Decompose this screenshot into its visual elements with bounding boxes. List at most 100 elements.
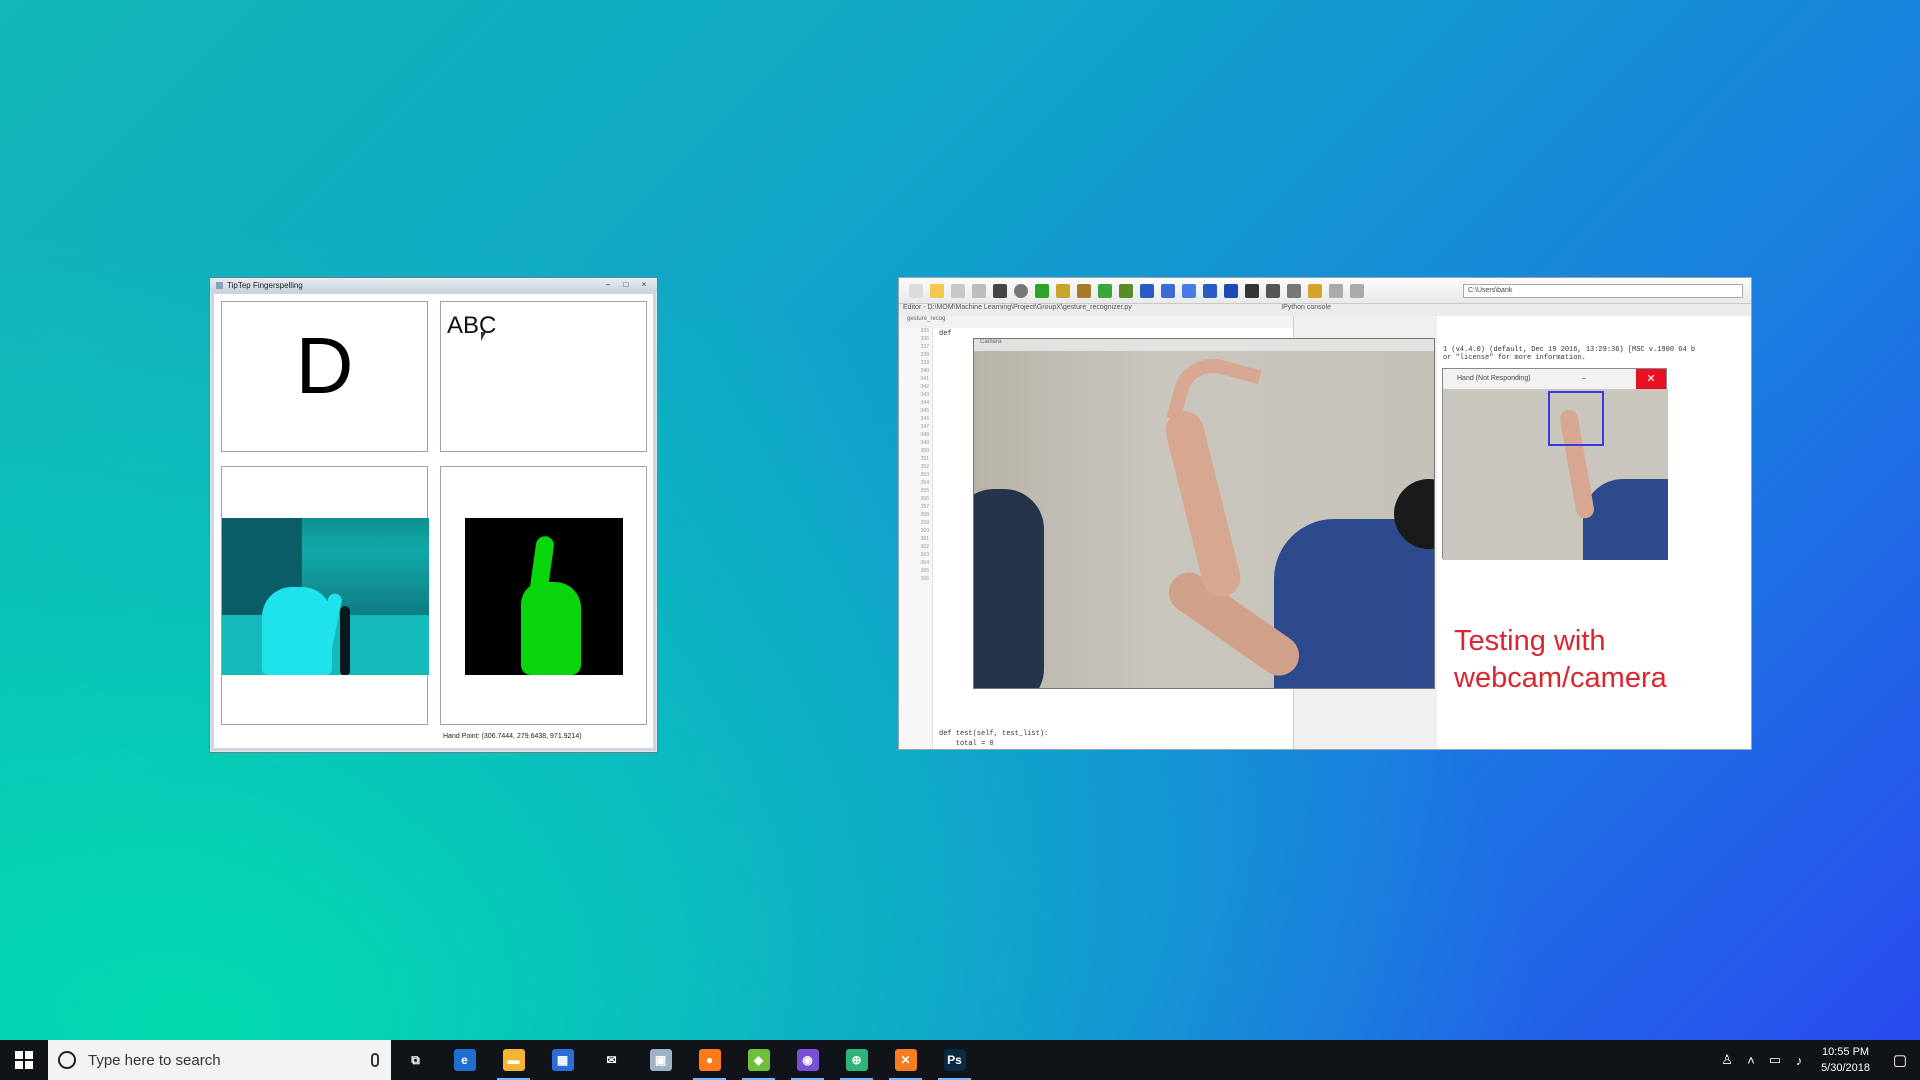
edge-icon: e bbox=[453, 1049, 476, 1071]
windows-logo-icon bbox=[15, 1051, 33, 1069]
continue-icon[interactable] bbox=[1203, 283, 1217, 298]
cortana-icon bbox=[58, 1051, 76, 1069]
green-app-icon: ⊕ bbox=[845, 1049, 868, 1071]
line-number: 355 bbox=[920, 488, 929, 494]
depth-image bbox=[222, 518, 429, 675]
line-number: 352 bbox=[920, 464, 929, 470]
typed-text-panel[interactable]: ABC bbox=[440, 301, 647, 452]
rerun-icon[interactable] bbox=[1098, 283, 1112, 298]
camera-bar: Camera bbox=[974, 339, 1434, 351]
clock[interactable]: 10:55 PM 5/30/2018 bbox=[1811, 1044, 1880, 1076]
taskbar-app-task-view[interactable]: ⧉ bbox=[391, 1040, 440, 1080]
layout-icon[interactable] bbox=[1245, 283, 1259, 298]
code-line: def test(self, test_list): bbox=[939, 730, 1049, 738]
save-all-icon[interactable] bbox=[972, 283, 986, 298]
system-tray: ♙ ˄ ▭ ♪ 10:55 PM 5/30/2018 ▢ bbox=[1715, 1040, 1920, 1080]
notification-icon[interactable]: ▢ bbox=[1880, 1051, 1920, 1069]
fullscreen-icon[interactable] bbox=[1266, 283, 1280, 298]
step-into-icon[interactable] bbox=[1161, 283, 1175, 298]
run-cell-icon[interactable] bbox=[1056, 283, 1070, 298]
hand-window-minimize-button[interactable]: – bbox=[1582, 369, 1586, 389]
line-number: 349 bbox=[920, 440, 929, 446]
taskbar-app-mail[interactable]: ✉ bbox=[587, 1040, 636, 1080]
taskbar-app-store[interactable]: ▦ bbox=[538, 1040, 587, 1080]
step-return-icon[interactable] bbox=[1182, 283, 1196, 298]
line-number: 339 bbox=[920, 360, 929, 366]
line-number: 343 bbox=[920, 392, 929, 398]
clock-time: 10:55 PM bbox=[1821, 1046, 1870, 1058]
run-cell-advance-icon[interactable] bbox=[1077, 283, 1091, 298]
new-file-icon[interactable] bbox=[909, 283, 923, 298]
line-number: 359 bbox=[920, 520, 929, 526]
taskbar-app-purple-app[interactable]: ◉ bbox=[783, 1040, 832, 1080]
taskbar-app-green-app[interactable]: ⊕ bbox=[832, 1040, 881, 1080]
fingerspelling-window[interactable]: TipTep Fingerspelling – □ × D ABC Hand P… bbox=[209, 277, 658, 753]
firefox-icon: ● bbox=[698, 1049, 721, 1071]
line-number: 363 bbox=[920, 552, 929, 558]
chevron-up-icon[interactable]: ˄ bbox=[1739, 1053, 1763, 1068]
store-icon: ▦ bbox=[551, 1049, 574, 1071]
maximize-button[interactable]: □ bbox=[619, 280, 633, 290]
line-number: 358 bbox=[920, 512, 929, 518]
hand-window-titlebar[interactable]: Hand (Not Responding) – ✕ bbox=[1443, 369, 1666, 389]
gear-icon[interactable] bbox=[1014, 283, 1028, 298]
camera-video-frame: Camera bbox=[973, 338, 1435, 689]
taskbar-app-edge[interactable]: e bbox=[440, 1040, 489, 1080]
code-line-top: def bbox=[939, 330, 952, 338]
line-number: 335 bbox=[920, 328, 929, 334]
volume-icon[interactable]: ♪ bbox=[1787, 1053, 1811, 1068]
start-button[interactable] bbox=[0, 1040, 48, 1080]
caption-line-2: webcam/camera bbox=[1454, 662, 1667, 694]
line-number: 361 bbox=[920, 536, 929, 542]
line-number: 353 bbox=[920, 472, 929, 478]
people-icon[interactable]: ♙ bbox=[1715, 1052, 1739, 1068]
editor-path: Editor - D:\MOM\Machine Learning\Project… bbox=[903, 304, 1132, 311]
taskbar-app-android-studio[interactable]: ◆ bbox=[734, 1040, 783, 1080]
hand-window-close-button[interactable]: ✕ bbox=[1636, 369, 1666, 389]
wrench-icon[interactable] bbox=[1287, 283, 1301, 298]
grid-icon[interactable] bbox=[993, 283, 1007, 298]
editor-path-bar: Editor - D:\MOM\Machine Learning\Project… bbox=[899, 304, 1751, 316]
forward-arrow-icon[interactable] bbox=[1350, 283, 1364, 298]
search-placeholder: Type here to search bbox=[88, 1051, 221, 1069]
line-number: 366 bbox=[920, 576, 929, 582]
stop-icon[interactable] bbox=[1224, 283, 1238, 298]
current-letter-panel: D bbox=[221, 301, 428, 452]
line-number: 337 bbox=[920, 344, 929, 350]
hand-capture-frame bbox=[1443, 389, 1668, 560]
line-number: 345 bbox=[920, 408, 929, 414]
line-number: 357 bbox=[920, 504, 929, 510]
window-title: TipTep Fingerspelling bbox=[227, 280, 303, 290]
android-studio-icon: ◆ bbox=[747, 1049, 770, 1071]
taskbar-app-photos[interactable]: ▣ bbox=[636, 1040, 685, 1080]
line-number: 336 bbox=[920, 336, 929, 342]
video-window[interactable]: C:\Users\bank Editor - D:\MOM\Machine Le… bbox=[898, 277, 1752, 750]
taskbar-app-firefox[interactable]: ● bbox=[685, 1040, 734, 1080]
taskbar-app-xampp[interactable]: ✕ bbox=[881, 1040, 930, 1080]
line-number: 360 bbox=[920, 528, 929, 534]
taskbar-search-box[interactable]: Type here to search bbox=[48, 1040, 391, 1080]
taskbar-app-file-explorer[interactable]: ▬ bbox=[489, 1040, 538, 1080]
back-arrow-icon[interactable] bbox=[1329, 283, 1343, 298]
run-icon[interactable] bbox=[1035, 283, 1049, 298]
caption-line-1: Testing with bbox=[1454, 625, 1606, 657]
minimize-button[interactable]: – bbox=[601, 280, 615, 290]
window-titlebar[interactable]: TipTep Fingerspelling – □ × bbox=[210, 278, 657, 292]
step-icon[interactable] bbox=[1140, 283, 1154, 298]
working-directory-field[interactable]: C:\Users\bank bbox=[1463, 283, 1743, 298]
console-line: or "license" for more information. bbox=[1443, 354, 1586, 362]
debug-icon[interactable] bbox=[1119, 283, 1133, 298]
microphone-icon[interactable] bbox=[371, 1053, 379, 1067]
save-icon[interactable] bbox=[951, 283, 965, 298]
python-path-icon[interactable] bbox=[1308, 283, 1322, 298]
hand-capture-window[interactable]: Hand (Not Responding) – ✕ bbox=[1442, 368, 1668, 560]
line-number: 351 bbox=[920, 456, 929, 462]
open-folder-icon[interactable] bbox=[930, 283, 944, 298]
line-number: 344 bbox=[920, 400, 929, 406]
line-number: 354 bbox=[920, 480, 929, 486]
close-button[interactable]: × bbox=[637, 280, 651, 290]
taskbar-app-photoshop[interactable]: Ps bbox=[930, 1040, 979, 1080]
editor-tab[interactable]: gesture_recog bbox=[899, 316, 1293, 328]
clock-date: 5/30/2018 bbox=[1821, 1062, 1870, 1074]
network-icon[interactable]: ▭ bbox=[1763, 1052, 1787, 1068]
